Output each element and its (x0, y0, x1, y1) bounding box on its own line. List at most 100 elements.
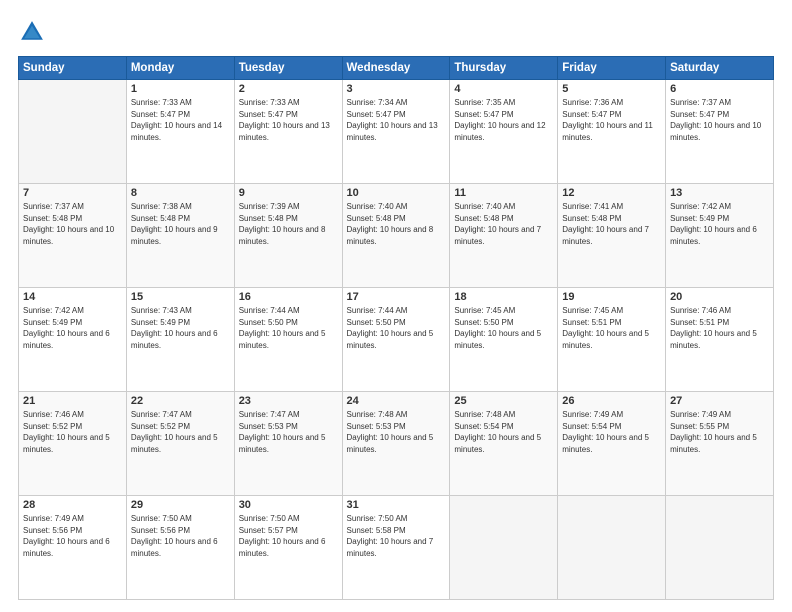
day-number: 10 (347, 187, 446, 199)
day-number: 29 (131, 499, 230, 511)
calendar-cell: 25 Sunrise: 7:48 AMSunset: 5:54 PMDayligh… (450, 392, 558, 496)
calendar-cell: 4 Sunrise: 7:35 AMSunset: 5:47 PMDaylight… (450, 80, 558, 184)
day-info: Sunrise: 7:34 AMSunset: 5:47 PMDaylight:… (347, 97, 446, 143)
calendar-cell: 10 Sunrise: 7:40 AMSunset: 5:48 PMDayligh… (342, 184, 450, 288)
day-info: Sunrise: 7:40 AMSunset: 5:48 PMDaylight:… (454, 201, 553, 247)
day-info: Sunrise: 7:33 AMSunset: 5:47 PMDaylight:… (239, 97, 338, 143)
calendar-cell: 29 Sunrise: 7:50 AMSunset: 5:56 PMDayligh… (126, 496, 234, 600)
calendar-cell: 31Sunrise: 7:50 AMSunset: 5:58 PMDayligh… (342, 496, 450, 600)
day-info: Sunrise: 7:50 AMSunset: 5:57 PMDaylight:… (239, 513, 338, 559)
day-info: Sunrise: 7:35 AMSunset: 5:47 PMDaylight:… (454, 97, 553, 143)
day-info: Sunrise: 7:45 AMSunset: 5:51 PMDaylight:… (562, 305, 661, 351)
calendar-body: 1 Sunrise: 7:33 AMSunset: 5:47 PMDaylight… (19, 80, 774, 600)
day-number: 2 (239, 83, 338, 95)
calendar-header-monday: Monday (126, 57, 234, 80)
calendar-week-row: 21Sunrise: 7:46 AMSunset: 5:52 PMDayligh… (19, 392, 774, 496)
day-info: Sunrise: 7:38 AMSunset: 5:48 PMDaylight:… (131, 201, 230, 247)
day-info: Sunrise: 7:50 AMSunset: 5:58 PMDaylight:… (347, 513, 446, 559)
day-info: Sunrise: 7:44 AMSunset: 5:50 PMDaylight:… (239, 305, 338, 351)
day-info: Sunrise: 7:46 AMSunset: 5:51 PMDaylight:… (670, 305, 769, 351)
day-info: Sunrise: 7:45 AMSunset: 5:50 PMDaylight:… (454, 305, 553, 351)
calendar-cell: 26 Sunrise: 7:49 AMSunset: 5:54 PMDayligh… (558, 392, 666, 496)
calendar-cell: 9Sunrise: 7:39 AMSunset: 5:48 PMDaylight… (234, 184, 342, 288)
day-info: Sunrise: 7:48 AMSunset: 5:54 PMDaylight:… (454, 409, 553, 455)
day-info: Sunrise: 7:47 AMSunset: 5:52 PMDaylight:… (131, 409, 230, 455)
day-info: Sunrise: 7:49 AMSunset: 5:55 PMDaylight:… (670, 409, 769, 455)
day-number: 20 (670, 291, 769, 303)
day-info: Sunrise: 7:42 AMSunset: 5:49 PMDaylight:… (670, 201, 769, 247)
calendar-cell: 21Sunrise: 7:46 AMSunset: 5:52 PMDayligh… (19, 392, 127, 496)
day-number: 14 (23, 291, 122, 303)
day-number: 30 (239, 499, 338, 511)
day-number: 27 (670, 395, 769, 407)
calendar-cell (666, 496, 774, 600)
day-number: 4 (454, 83, 553, 95)
calendar-week-row: 14Sunrise: 7:42 AMSunset: 5:49 PMDayligh… (19, 288, 774, 392)
calendar-cell: 11 Sunrise: 7:40 AMSunset: 5:48 PMDayligh… (450, 184, 558, 288)
calendar-cell: 17Sunrise: 7:44 AMSunset: 5:50 PMDayligh… (342, 288, 450, 392)
day-number: 8 (131, 187, 230, 199)
day-number: 24 (347, 395, 446, 407)
calendar-cell (19, 80, 127, 184)
day-info: Sunrise: 7:49 AMSunset: 5:54 PMDaylight:… (562, 409, 661, 455)
calendar-cell: 24 Sunrise: 7:48 AMSunset: 5:53 PMDayligh… (342, 392, 450, 496)
day-info: Sunrise: 7:39 AMSunset: 5:48 PMDaylight:… (239, 201, 338, 247)
day-info: Sunrise: 7:50 AMSunset: 5:56 PMDaylight:… (131, 513, 230, 559)
calendar-cell: 19 Sunrise: 7:45 AMSunset: 5:51 PMDayligh… (558, 288, 666, 392)
day-number: 11 (454, 187, 553, 199)
day-info: Sunrise: 7:37 AMSunset: 5:47 PMDaylight:… (670, 97, 769, 143)
day-info: Sunrise: 7:40 AMSunset: 5:48 PMDaylight:… (347, 201, 446, 247)
calendar-header-row: SundayMondayTuesdayWednesdayThursdayFrid… (19, 57, 774, 80)
calendar-cell: 7 Sunrise: 7:37 AMSunset: 5:48 PMDaylight… (19, 184, 127, 288)
day-number: 23 (239, 395, 338, 407)
calendar-header-thursday: Thursday (450, 57, 558, 80)
day-number: 7 (23, 187, 122, 199)
calendar-cell: 18Sunrise: 7:45 AMSunset: 5:50 PMDayligh… (450, 288, 558, 392)
day-info: Sunrise: 7:37 AMSunset: 5:48 PMDaylight:… (23, 201, 122, 247)
calendar-cell: 13Sunrise: 7:42 AMSunset: 5:49 PMDayligh… (666, 184, 774, 288)
calendar-cell: 16Sunrise: 7:44 AMSunset: 5:50 PMDayligh… (234, 288, 342, 392)
calendar-header-tuesday: Tuesday (234, 57, 342, 80)
calendar-cell: 15 Sunrise: 7:43 AMSunset: 5:49 PMDayligh… (126, 288, 234, 392)
calendar-week-row: 1 Sunrise: 7:33 AMSunset: 5:47 PMDaylight… (19, 80, 774, 184)
day-info: Sunrise: 7:41 AMSunset: 5:48 PMDaylight:… (562, 201, 661, 247)
day-number: 19 (562, 291, 661, 303)
calendar-header-saturday: Saturday (666, 57, 774, 80)
day-info: Sunrise: 7:36 AMSunset: 5:47 PMDaylight:… (562, 97, 661, 143)
day-number: 12 (562, 187, 661, 199)
day-info: Sunrise: 7:43 AMSunset: 5:49 PMDaylight:… (131, 305, 230, 351)
calendar-cell: 2 Sunrise: 7:33 AMSunset: 5:47 PMDaylight… (234, 80, 342, 184)
day-info: Sunrise: 7:47 AMSunset: 5:53 PMDaylight:… (239, 409, 338, 455)
calendar-header-sunday: Sunday (19, 57, 127, 80)
calendar-cell: 30 Sunrise: 7:50 AMSunset: 5:57 PMDayligh… (234, 496, 342, 600)
day-number: 26 (562, 395, 661, 407)
logo-icon (18, 18, 46, 46)
day-number: 21 (23, 395, 122, 407)
day-number: 22 (131, 395, 230, 407)
day-number: 15 (131, 291, 230, 303)
day-number: 3 (347, 83, 446, 95)
calendar-cell: 20 Sunrise: 7:46 AMSunset: 5:51 PMDayligh… (666, 288, 774, 392)
calendar-cell: 5Sunrise: 7:36 AMSunset: 5:47 PMDaylight… (558, 80, 666, 184)
calendar-cell: 27 Sunrise: 7:49 AMSunset: 5:55 PMDayligh… (666, 392, 774, 496)
day-number: 1 (131, 83, 230, 95)
calendar-header-friday: Friday (558, 57, 666, 80)
day-info: Sunrise: 7:33 AMSunset: 5:47 PMDaylight:… (131, 97, 230, 143)
day-info: Sunrise: 7:49 AMSunset: 5:56 PMDaylight:… (23, 513, 122, 559)
header (18, 18, 774, 46)
calendar-week-row: 28Sunrise: 7:49 AMSunset: 5:56 PMDayligh… (19, 496, 774, 600)
calendar-cell: 8 Sunrise: 7:38 AMSunset: 5:48 PMDaylight… (126, 184, 234, 288)
day-number: 25 (454, 395, 553, 407)
logo (18, 18, 50, 46)
day-number: 6 (670, 83, 769, 95)
calendar-table: SundayMondayTuesdayWednesdayThursdayFrid… (18, 56, 774, 600)
calendar-cell: 1 Sunrise: 7:33 AMSunset: 5:47 PMDaylight… (126, 80, 234, 184)
day-info: Sunrise: 7:48 AMSunset: 5:53 PMDaylight:… (347, 409, 446, 455)
page: SundayMondayTuesdayWednesdayThursdayFrid… (0, 0, 792, 612)
calendar-cell: 3 Sunrise: 7:34 AMSunset: 5:47 PMDaylight… (342, 80, 450, 184)
calendar-cell (558, 496, 666, 600)
calendar-cell: 6 Sunrise: 7:37 AMSunset: 5:47 PMDaylight… (666, 80, 774, 184)
calendar-cell: 28Sunrise: 7:49 AMSunset: 5:56 PMDayligh… (19, 496, 127, 600)
day-number: 17 (347, 291, 446, 303)
calendar-cell: 22 Sunrise: 7:47 AMSunset: 5:52 PMDayligh… (126, 392, 234, 496)
